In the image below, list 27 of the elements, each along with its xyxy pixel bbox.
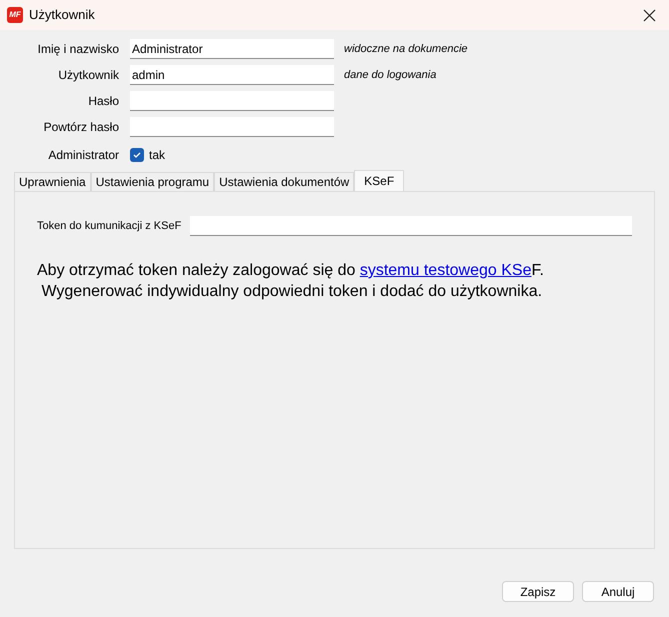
dialog-button[interactable]: Anuluj (582, 581, 654, 602)
text-field[interactable] (130, 117, 334, 137)
field-label: Administrator (47, 147, 120, 164)
text-field[interactable]: Administrator (130, 39, 334, 59)
field-label: Hasło (87, 93, 120, 110)
check-icon (132, 150, 142, 160)
text-field[interactable]: admin (130, 65, 334, 85)
tab[interactable]: Uprawnienia (14, 172, 91, 191)
tab[interactable]: Ustawienia programu (90, 172, 214, 191)
checkbox-label: tak (149, 147, 166, 164)
text-field[interactable] (130, 91, 334, 111)
token-field[interactable] (190, 216, 632, 236)
tab[interactable]: KSeF (354, 170, 404, 191)
field-label: Token do kumunikacji z KSeF (37, 218, 182, 234)
window-title: Użytkownik (29, 6, 95, 24)
hint-text: widoczne na dokumencie (344, 42, 468, 57)
field-label: Imię i nazwisko (36, 41, 120, 58)
dialog-button[interactable]: Zapisz (502, 581, 574, 602)
field-label: Użytkownik (57, 67, 120, 84)
close-icon (642, 8, 656, 22)
info-text: Aby otrzymać token należy zalogować się do systemu testowego KSeF. Wygenerować indywidualny odpowiedni token i dodać do użytkownika. (37, 261, 545, 302)
field-label: Powtórz hasło (42, 119, 120, 136)
tab[interactable]: Ustawienia dokumentów (214, 172, 354, 191)
hint-text: dane do logowania (344, 68, 436, 83)
link[interactable]: systemu testowego KSe (360, 262, 532, 279)
app-logo: MF (7, 7, 23, 23)
checkbox[interactable] (130, 148, 144, 162)
